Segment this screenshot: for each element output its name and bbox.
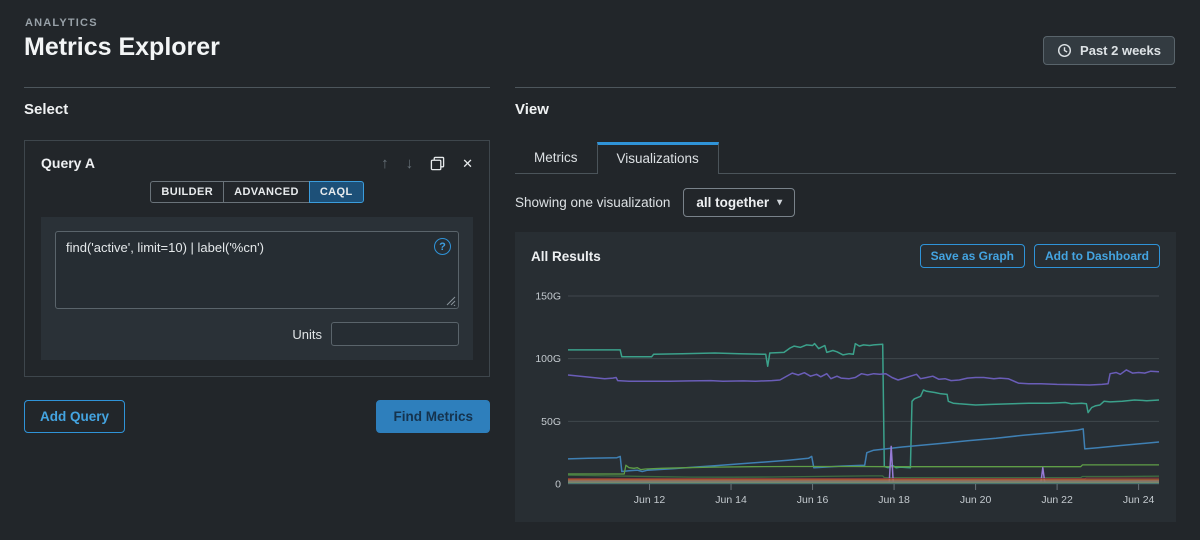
move-down-icon[interactable]: ↓ <box>406 156 414 171</box>
chart-series-teal-top <box>568 342 1160 469</box>
units-input[interactable] <box>331 322 459 346</box>
view-section: View Metrics Visualizations Showing one … <box>515 87 1176 522</box>
chart-series-purple <box>567 369 1160 386</box>
time-range-label: Past 2 weeks <box>1080 43 1161 58</box>
timeseries-chart: 150G 100G 50G 0 Jun 12 Jun 14 Jun 16 Jun 18 Jun … <box>535 291 1160 506</box>
textarea-resize-handle[interactable] <box>446 296 456 306</box>
chart-series-maroon-flat <box>568 477 1159 480</box>
query-title: Query A <box>41 155 95 171</box>
query-editor-area: find('active', limit=10) | label('%cn') … <box>41 217 473 360</box>
x-axis-tick-label: Jun 14 <box>715 494 747 506</box>
x-axis-tick-label: Jun 18 <box>878 494 910 506</box>
units-label: Units <box>292 326 322 342</box>
view-tabbar: Metrics Visualizations <box>515 142 1176 174</box>
y-axis-tick-label: 150G <box>535 291 561 303</box>
visualization-mode-value: all together <box>696 195 770 210</box>
chevron-down-icon: ▾ <box>777 197 783 208</box>
tab-metrics[interactable]: Metrics <box>515 142 597 173</box>
view-heading: View <box>515 87 1176 118</box>
visualization-mode-dropdown[interactable]: all together ▾ <box>683 188 796 217</box>
duplicate-icon[interactable] <box>430 156 445 171</box>
add-to-dashboard-button[interactable]: Add to Dashboard <box>1034 244 1160 268</box>
all-results-panel: All Results Save as Graph Add to Dashboa… <box>515 232 1176 522</box>
save-as-graph-button[interactable]: Save as Graph <box>919 244 1025 268</box>
select-section: Select Query A ↑ ↓ ✕ BUILDER ADVANCED CA… <box>24 87 490 433</box>
showing-visualization-text: Showing one visualization <box>515 195 671 210</box>
x-axis-tick-label: Jun 22 <box>1041 494 1073 506</box>
x-axis-tick-label: Jun 24 <box>1123 494 1155 506</box>
mode-advanced-button[interactable]: ADVANCED <box>223 181 310 203</box>
query-panel: Query A ↑ ↓ ✕ BUILDER ADVANCED CAQL find… <box>24 140 490 377</box>
select-heading: Select <box>24 87 490 118</box>
help-icon[interactable]: ? <box>434 238 451 255</box>
clock-icon <box>1057 43 1072 58</box>
y-axis-tick-label: 50G <box>541 416 561 428</box>
caql-query-input[interactable]: find('active', limit=10) | label('%cn') <box>55 231 459 309</box>
y-axis-tick-label: 100G <box>535 353 561 365</box>
time-range-button[interactable]: Past 2 weeks <box>1043 36 1175 65</box>
x-axis-tick-label: Jun 16 <box>797 494 829 506</box>
mode-caql-button[interactable]: CAQL <box>308 181 364 203</box>
close-icon[interactable]: ✕ <box>462 157 473 170</box>
mode-builder-button[interactable]: BUILDER <box>150 181 225 203</box>
x-axis-tick-label: Jun 20 <box>960 494 992 506</box>
query-mode-switcher: BUILDER ADVANCED CAQL <box>25 181 489 203</box>
find-metrics-button[interactable]: Find Metrics <box>376 400 490 433</box>
page-title: Metrics Explorer <box>24 33 220 61</box>
tab-visualizations[interactable]: Visualizations <box>596 142 719 174</box>
chart-series-dark-green <box>567 474 1160 479</box>
x-axis-tick-label: Jun 12 <box>634 494 666 506</box>
move-up-icon[interactable]: ↑ <box>381 156 389 171</box>
app-eyebrow: ANALYTICS <box>25 17 98 29</box>
chart-series-blue <box>567 428 1160 473</box>
y-axis-tick-label: 0 <box>555 479 561 491</box>
add-query-button[interactable]: Add Query <box>24 400 126 433</box>
results-title: All Results <box>531 248 601 264</box>
